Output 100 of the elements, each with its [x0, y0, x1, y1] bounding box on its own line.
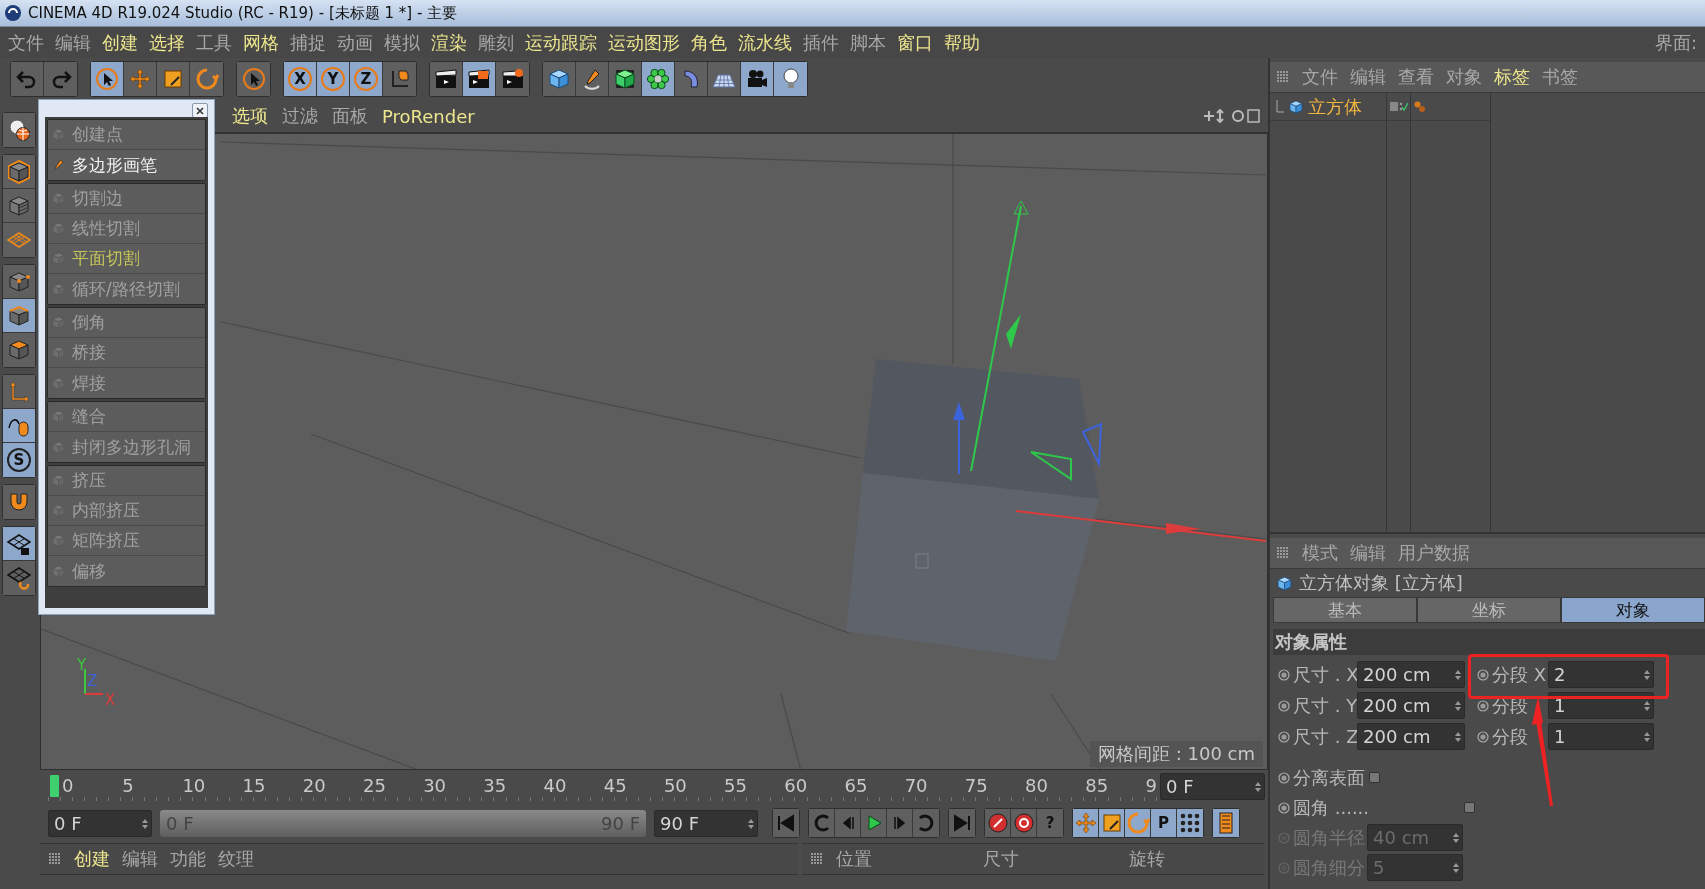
menu-item[interactable]: 功能	[170, 847, 206, 871]
checkbox[interactable]	[1369, 772, 1380, 783]
loop-arrow-button[interactable]	[809, 809, 835, 837]
flower-button[interactable]	[642, 62, 675, 96]
axis-lock-button[interactable]: Y	[317, 62, 350, 96]
object-name[interactable]: 立方体	[1308, 94, 1362, 119]
number-field[interactable]: 2	[1548, 661, 1654, 688]
menu-item[interactable]: 脚本	[850, 30, 886, 55]
menu-item[interactable]: 用户数据	[1398, 541, 1470, 565]
move-button[interactable]	[1073, 809, 1099, 837]
axis-lock-button[interactable]: X	[284, 62, 317, 96]
number-field[interactable]: 200 cm	[1357, 692, 1465, 719]
globe-button[interactable]	[3, 113, 35, 147]
mouse-button[interactable]	[3, 409, 35, 443]
keyframe-radio-icon[interactable]	[1477, 668, 1489, 681]
cursor-button[interactable]	[91, 62, 124, 96]
menu-item[interactable]: 选择	[149, 30, 185, 55]
grid-lock-button[interactable]	[3, 527, 35, 561]
skip-end-button[interactable]	[949, 809, 975, 837]
solo-button[interactable]: S	[3, 443, 35, 477]
cube-button[interactable]	[3, 155, 35, 189]
viewport-menu-item[interactable]: ProRender	[382, 105, 475, 127]
menu-item[interactable]: 文件	[1302, 65, 1338, 89]
menu-item[interactable]: 模拟	[384, 30, 420, 55]
magnet-button[interactable]	[3, 485, 35, 519]
tab[interactable]: 对象	[1561, 597, 1705, 623]
axis-icon	[7, 379, 31, 404]
keyframe-radio-icon[interactable]	[1278, 771, 1290, 784]
rotate-button[interactable]	[1125, 809, 1151, 837]
menu-item[interactable]: 编辑	[55, 30, 91, 55]
viewport-menu-item[interactable]: 过滤	[282, 104, 318, 128]
playhead-marker[interactable]	[50, 774, 59, 797]
frame-field[interactable]: 0 F	[1160, 773, 1265, 800]
autokey-button[interactable]	[1011, 809, 1037, 837]
menu-item[interactable]: 标签	[1494, 65, 1530, 89]
frame-range-slider[interactable]: 0 F 90 F	[160, 809, 646, 837]
view-navigation-icon[interactable]	[1202, 109, 1260, 123]
menu-item[interactable]: 渲染	[431, 30, 467, 55]
scale-button[interactable]	[1099, 809, 1125, 837]
cursor-button[interactable]	[237, 62, 270, 96]
cube-edges-button[interactable]	[3, 299, 35, 333]
menu-item[interactable]: 帮助	[944, 30, 980, 55]
menu-item[interactable]: 文件	[8, 30, 44, 55]
menu-item[interactable]: 网格	[243, 30, 279, 55]
keyframe-radio-icon[interactable]	[1278, 801, 1290, 814]
param-button[interactable]: P	[1151, 809, 1177, 837]
number-field[interactable]: 1	[1548, 723, 1654, 750]
menu-item[interactable]: 捕捉	[290, 30, 326, 55]
end-frame-field[interactable]: 90 F	[654, 809, 758, 837]
object-title: 立方体对象 [立方体]	[1299, 571, 1463, 595]
keyframe-radio-icon[interactable]	[1278, 730, 1290, 743]
number-field[interactable]: 200 cm	[1357, 723, 1465, 750]
menu-item[interactable]: 插件	[803, 30, 839, 55]
checkbox[interactable]	[1464, 802, 1475, 813]
keyframe-radio-icon[interactable]	[1278, 831, 1290, 844]
skip-start-button[interactable]	[773, 809, 799, 837]
visibility-check-icon[interactable]	[1390, 100, 1408, 113]
camera-button[interactable]	[741, 62, 774, 96]
tab[interactable]: 基本	[1273, 597, 1417, 623]
tab[interactable]: 坐标	[1417, 597, 1561, 623]
keyframe-radio-icon[interactable]	[1477, 730, 1489, 743]
menu-item[interactable]: 运动跟踪	[525, 30, 597, 55]
keyframe-radio-icon[interactable]	[1477, 699, 1489, 712]
menu-item[interactable]: 书签	[1542, 65, 1578, 89]
keyframe-radio-icon[interactable]	[1278, 861, 1290, 874]
menu-item[interactable]: 对象	[1446, 65, 1482, 89]
viewport-menu-item[interactable]: 面板	[332, 104, 368, 128]
dots-button[interactable]	[1177, 809, 1203, 837]
menu-item[interactable]: 编辑	[1350, 65, 1386, 89]
film-strip-button[interactable]	[1213, 809, 1239, 837]
axis-button[interactable]	[3, 375, 35, 409]
keyframe-radio-icon[interactable]	[1278, 699, 1290, 712]
menu-item[interactable]: 纹理	[218, 847, 254, 871]
menu-item[interactable]: 窗口	[897, 30, 933, 55]
menu-item[interactable]: 模式	[1302, 541, 1338, 565]
viewport-menu-item[interactable]: 选项	[232, 104, 268, 128]
start-frame-field[interactable]: 0 F	[48, 809, 152, 837]
menu-item[interactable]: 编辑	[1350, 541, 1386, 565]
menu-item[interactable]: 创建	[74, 847, 110, 871]
undo-button[interactable]	[11, 62, 44, 96]
cube-points-button[interactable]	[3, 265, 35, 299]
clapperboard-button[interactable]	[463, 62, 496, 96]
menu-item[interactable]: 创建	[102, 30, 138, 55]
tag-icon[interactable]	[1414, 100, 1426, 113]
menu-item[interactable]: 工具	[196, 30, 232, 55]
menu-item[interactable]: 雕刻	[478, 30, 514, 55]
bulb-button[interactable]	[774, 62, 807, 96]
number-field[interactable]: 200 cm	[1357, 661, 1465, 688]
record-button[interactable]	[985, 809, 1011, 837]
cube-button[interactable]	[543, 62, 576, 96]
keyframe-radio-icon[interactable]	[1278, 668, 1290, 681]
menu-item[interactable]: 编辑	[122, 847, 158, 871]
menu-item[interactable]: 流水线	[738, 30, 792, 55]
axis-lock-button[interactable]: Z	[350, 62, 383, 96]
palette-item[interactable]: 多边形画笔	[48, 150, 205, 180]
menu-item[interactable]: 运动图形	[608, 30, 680, 55]
menu-item[interactable]: 角色	[691, 30, 727, 55]
menu-item[interactable]: 查看	[1398, 65, 1434, 89]
menu-item[interactable]: 动画	[337, 30, 373, 55]
clapperboard-button[interactable]	[430, 62, 463, 96]
